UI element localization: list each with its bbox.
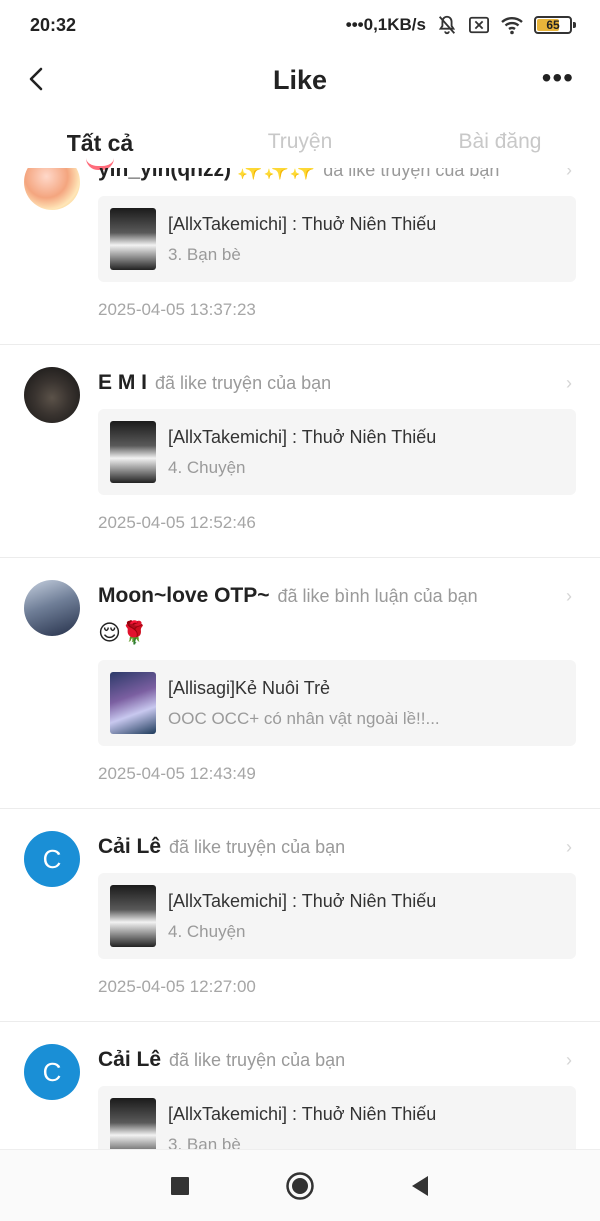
action-text: đã like truyện của bạn — [169, 1050, 346, 1070]
story-title: [Allisagi]Kẻ Nuôi Trẻ — [168, 677, 331, 698]
story-thumbnail — [110, 672, 156, 734]
avatar[interactable] — [24, 580, 80, 636]
header: Like ••• — [0, 50, 600, 110]
tab-posts-label: Bài đăng — [458, 130, 542, 153]
home-button[interactable] — [280, 1166, 320, 1206]
chevron-right-icon: › — [566, 837, 572, 857]
story-thumbnail — [110, 1098, 156, 1149]
back-triangle-icon — [412, 1175, 428, 1196]
tab-bar: Tất cả Truyện Bài đăng — [0, 120, 600, 170]
list-item[interactable]: Moon~love OTP~ đã like bình luận của bạn… — [0, 558, 600, 809]
back-button[interactable] — [22, 64, 52, 94]
page-title: Like — [272, 64, 328, 95]
story-card[interactable]: [AllxTakemichi] : Thuở Niên Thiếu 3. Bạn… — [98, 1086, 576, 1149]
chevron-right-icon: › — [566, 1050, 572, 1070]
user-name[interactable]: Cải Lê — [98, 835, 161, 859]
recent-apps-icon — [171, 1176, 189, 1195]
list-item[interactable]: E M I đã like truyện của bạn › [AllxTake… — [0, 345, 600, 558]
tab-stories[interactable]: Truyện — [200, 120, 400, 168]
story-title: [AllxTakemichi] : Thuở Niên Thiếu — [168, 213, 437, 234]
more-options-button[interactable]: ••• — [542, 64, 574, 92]
status-time: 20:32 — [30, 14, 77, 35]
chevron-right-icon: › — [566, 373, 572, 393]
user-name[interactable]: E M I — [98, 371, 147, 395]
home-icon — [286, 1171, 314, 1200]
avatar[interactable]: C — [24, 831, 80, 887]
story-card[interactable]: [AllxTakemichi] : Thuở Niên Thiếu 4. Chu… — [98, 409, 576, 495]
story-title: [AllxTakemichi] : Thuở Niên Thiếu — [168, 890, 437, 911]
story-chapter: 4. Chuyện — [168, 457, 246, 477]
back-nav-button[interactable] — [400, 1166, 440, 1206]
avatar[interactable]: C — [24, 1044, 80, 1100]
user-name[interactable]: yin_yin(qhzz) ✨✨✨ — [98, 168, 315, 182]
status-icons: •••0,1KB/s 65 — [345, 14, 576, 36]
network-speed: •••0,1KB/s — [345, 15, 426, 34]
story-card[interactable]: [AllxTakemichi] : Thuở Niên Thiếu 3. Bạn… — [98, 196, 576, 282]
chevron-right-icon: › — [566, 168, 572, 180]
story-title: [AllxTakemichi] : Thuở Niên Thiếu — [168, 1103, 437, 1124]
action-text: đã like bình luận của bạn — [277, 586, 478, 606]
user-name[interactable]: Moon~love OTP~ — [98, 584, 270, 608]
mute-bell-icon — [438, 15, 456, 35]
story-thumbnail — [110, 208, 156, 270]
story-description: OOC OCC+ có nhân vật ngoài lề!!... — [168, 708, 440, 728]
list-item[interactable]: C Cải Lê đã like truyện của bạn › [AllxT… — [0, 809, 600, 1022]
action-text: đã like truyện của bạn — [155, 373, 332, 393]
story-card[interactable]: [AllxTakemichi] : Thuở Niên Thiếu 4. Chu… — [98, 873, 576, 959]
story-thumbnail — [110, 885, 156, 947]
action-text: đã like truyện của bạn — [323, 168, 500, 180]
user-name[interactable]: Cải Lê — [98, 1048, 161, 1072]
story-thumbnail — [110, 421, 156, 483]
list-item[interactable]: C Cải Lê đã like truyện của bạn › [AllxT… — [0, 1022, 600, 1149]
story-chapter: 3. Bạn bè — [168, 244, 241, 264]
wifi-icon — [501, 17, 523, 35]
list-item[interactable]: yin_yin(qhzz) ✨✨✨ đã like truyện của bạn… — [0, 168, 600, 345]
avatar[interactable] — [24, 367, 80, 423]
recent-apps-button[interactable] — [160, 1166, 200, 1206]
comment-emoji: 😌🌹 — [98, 620, 149, 645]
sim-x-icon — [469, 16, 489, 34]
timestamp: 2025-04-05 12:27:00 — [98, 977, 256, 996]
status-bar: 20:32 •••0,1KB/s 65 — [0, 0, 600, 50]
timestamp: 2025-04-05 13:37:23 — [98, 300, 256, 319]
chevron-right-icon: › — [566, 586, 572, 606]
tab-all[interactable]: Tất cả — [0, 120, 200, 170]
timestamp: 2025-04-05 12:43:49 — [98, 764, 256, 783]
system-nav-bar — [0, 1149, 600, 1221]
story-chapter: 4. Chuyện — [168, 921, 246, 941]
tab-stories-label: Truyện — [267, 130, 333, 153]
action-text: đã like truyện của bạn — [169, 837, 346, 857]
tab-all-label: Tất cả — [66, 130, 134, 156]
battery-level: 65 — [546, 18, 560, 32]
story-title: [AllxTakemichi] : Thuở Niên Thiếu — [168, 426, 437, 447]
story-card[interactable]: [Allisagi]Kẻ Nuôi Trẻ OOC OCC+ có nhân v… — [98, 660, 576, 746]
story-chapter: 3. Bạn bè — [168, 1134, 241, 1150]
tab-posts[interactable]: Bài đăng — [400, 120, 600, 168]
battery-icon: 65 — [534, 16, 576, 34]
notification-list[interactable]: yin_yin(qhzz) ✨✨✨ đã like truyện của bạn… — [0, 168, 600, 1149]
avatar[interactable] — [24, 168, 80, 210]
timestamp: 2025-04-05 12:52:46 — [98, 513, 256, 532]
